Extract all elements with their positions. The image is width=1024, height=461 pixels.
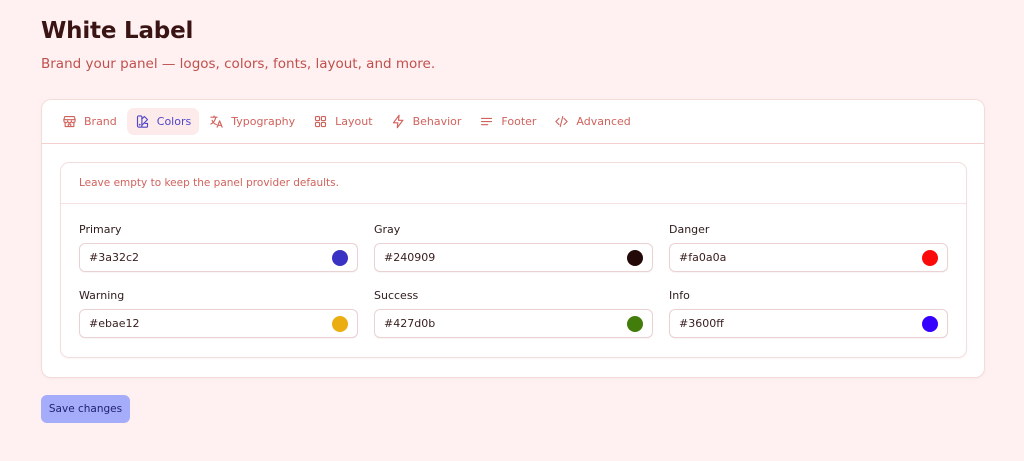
tab-layout[interactable]: Layout [305,108,380,135]
tab-behavior-label: Behavior [412,115,462,128]
danger-color-input[interactable] [670,244,910,271]
tab-footer[interactable]: Footer [471,108,544,135]
page-title: White Label [41,18,194,44]
tab-behavior[interactable]: Behavior [383,108,470,135]
field-label: Primary [79,223,122,236]
field-success: Success [374,289,653,338]
field-danger: Danger [669,223,948,272]
swatch-book-icon [136,115,148,128]
save-changes-button[interactable]: Save changes [41,395,130,423]
bolt-icon [392,114,403,129]
colors-panel: Leave empty to keep the panel provider d… [60,162,967,358]
field-label: Warning [79,289,125,302]
tab-colors[interactable]: Colors [126,108,200,135]
storefront-icon [63,115,76,128]
color-input-wrapper [669,309,948,338]
field-label: Success [374,289,419,302]
field-label: Info [669,289,690,302]
color-input-wrapper [374,243,653,272]
color-input-wrapper [374,309,653,338]
color-swatch[interactable] [627,316,643,332]
text-lines-icon [481,117,493,126]
tab-advanced-label: Advanced [576,115,631,128]
tab-colors-label: Colors [156,115,192,128]
tab-brand-label: Brand [84,115,117,128]
field-label: Gray [374,223,401,236]
defaults-hint: Leave empty to keep the panel provider d… [61,163,966,204]
warning-color-input[interactable] [80,310,320,337]
color-input-wrapper [79,243,358,272]
tab-typography-label: Typography [231,115,296,128]
tab-footer-label: Footer [501,115,537,128]
color-swatch[interactable] [332,250,348,266]
page-subtitle: Brand your panel — logos, colors, fonts,… [41,56,436,72]
languages-icon [210,115,223,128]
info-color-input[interactable] [670,310,910,337]
color-swatch[interactable] [922,250,938,266]
grid-icon [315,115,327,128]
field-info: Info [669,289,948,338]
success-color-input[interactable] [375,310,615,337]
field-warning: Warning [79,289,358,338]
tab-typography[interactable]: Typography [201,108,303,135]
color-swatch[interactable] [922,316,938,332]
field-gray: Gray [374,223,653,272]
field-label: Danger [669,223,710,236]
tab-bar: Brand Colors Typography Layout Behavior [42,100,984,144]
field-primary: Primary [79,223,358,272]
tab-advanced[interactable]: Advanced [546,108,638,135]
tab-layout-label: Layout [335,115,373,128]
gray-color-input[interactable] [375,244,615,271]
color-swatch[interactable] [332,316,348,332]
white-label-card: Brand Colors Typography Layout Behavior [41,99,985,378]
color-input-wrapper [79,309,358,338]
color-input-wrapper [669,243,948,272]
code-icon [555,115,569,128]
color-fields-grid: Primary Gray Danger [79,223,948,338]
primary-color-input[interactable] [80,244,320,271]
color-swatch[interactable] [627,250,643,266]
tab-brand[interactable]: Brand [54,108,125,135]
